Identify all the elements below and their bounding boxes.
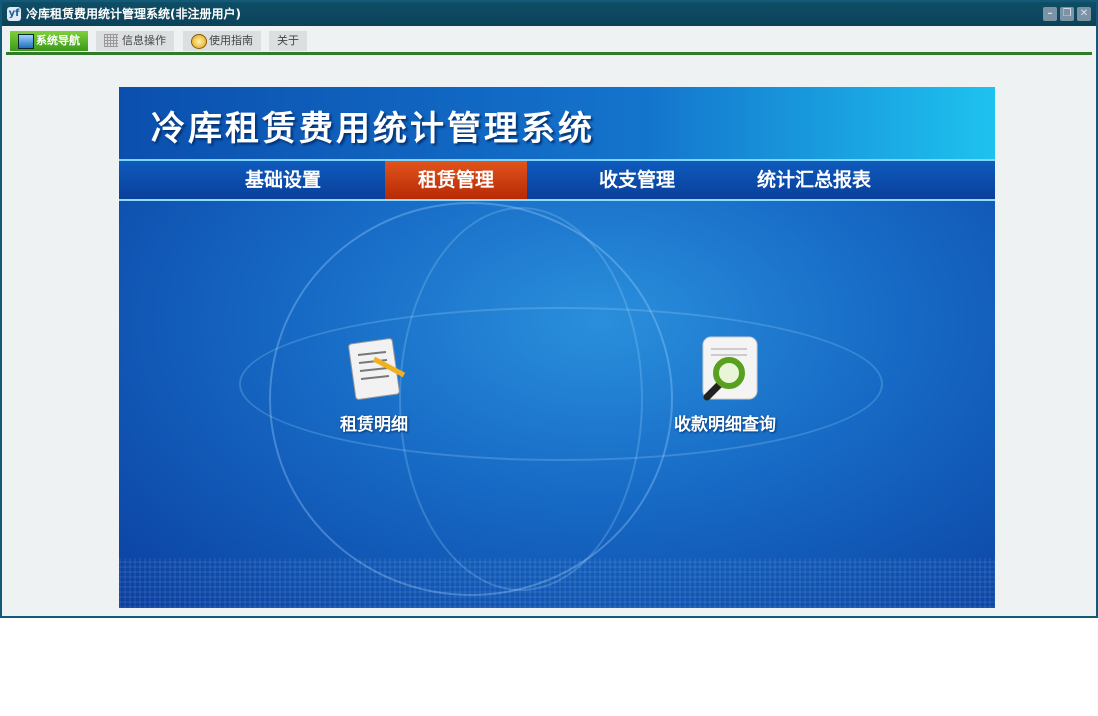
close-button[interactable]: ✕ <box>1077 7 1091 21</box>
banner-header: 冷库租赁费用统计管理系统 <box>119 87 995 159</box>
menu-lease-management[interactable]: 租赁管理 <box>385 161 527 199</box>
globe-line <box>399 207 643 591</box>
tab-user-guide[interactable]: 使用指南 <box>183 31 261 51</box>
menu-basic-settings[interactable]: 基础设置 <box>219 161 347 199</box>
payment-detail-query-button[interactable]: 收款明细查询 <box>664 335 786 435</box>
tab-label: 系统导航 <box>36 34 80 47</box>
main-banner: 冷库租赁费用统计管理系统 基础设置 租赁管理 收支管理 统计汇总报表 租赁明细 … <box>119 87 995 608</box>
help-icon <box>191 34 207 49</box>
restore-button[interactable]: ❐ <box>1060 7 1074 21</box>
toolbar: 系统导航 信息操作 使用指南 关于 <box>6 28 1092 55</box>
payment-detail-query-label: 收款明细查询 <box>674 415 776 435</box>
lease-detail-label: 租赁明细 <box>340 415 408 435</box>
tab-label: 信息操作 <box>122 34 166 47</box>
tab-system-nav[interactable]: 系统导航 <box>10 31 88 51</box>
menu-summary-reports[interactable]: 统计汇总报表 <box>739 161 889 199</box>
main-menu: 基础设置 租赁管理 收支管理 统计汇总报表 <box>119 159 995 201</box>
monitor-icon <box>18 34 34 49</box>
app-icon: yf <box>7 7 21 21</box>
grid-icon <box>104 34 118 47</box>
lease-detail-button[interactable]: 租赁明细 <box>324 335 424 435</box>
banner-title: 冷库租赁费用统计管理系统 <box>151 109 595 149</box>
tab-label: 关于 <box>277 34 299 47</box>
document-pencil-icon <box>348 338 406 400</box>
tab-info-ops[interactable]: 信息操作 <box>96 31 174 51</box>
document-magnifier-icon <box>702 336 758 401</box>
menu-income-expense[interactable]: 收支管理 <box>573 161 701 199</box>
tab-about[interactable]: 关于 <box>269 31 307 51</box>
grid-pattern <box>119 558 995 608</box>
title-bar: yf 冷库租赁费用统计管理系统(非注册用户) – ❐ ✕ <box>2 2 1096 26</box>
minimize-button[interactable]: – <box>1043 7 1057 21</box>
window-title: 冷库租赁费用统计管理系统(非注册用户) <box>26 7 241 21</box>
tab-label: 使用指南 <box>209 34 253 47</box>
